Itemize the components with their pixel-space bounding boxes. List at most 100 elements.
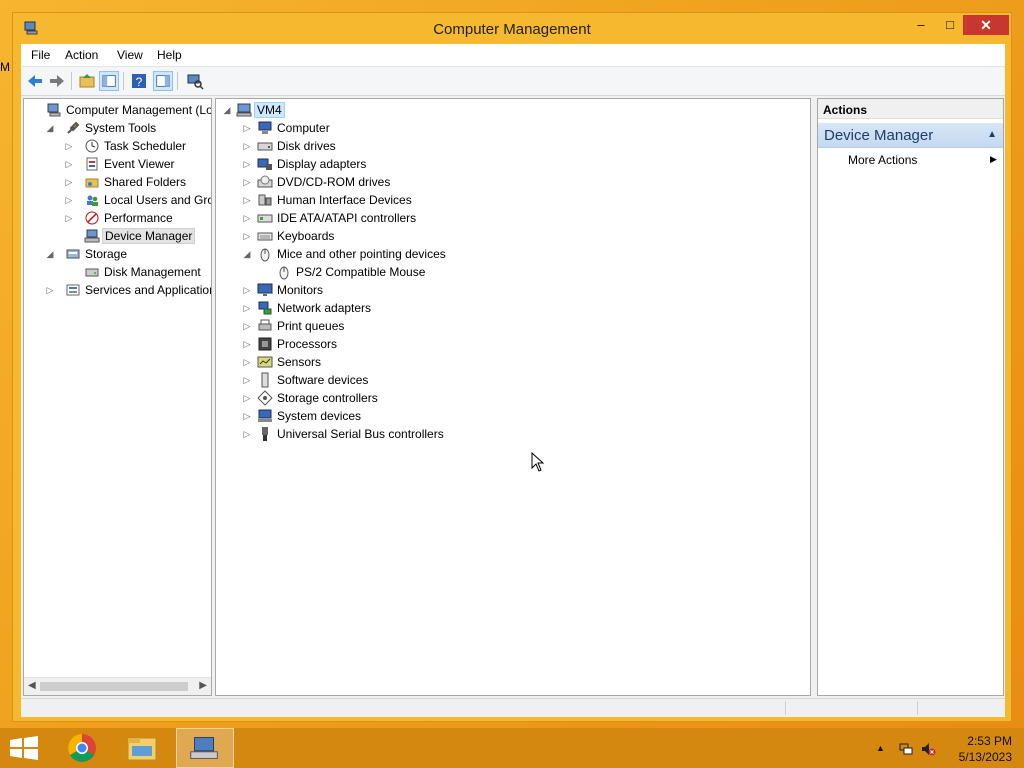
system-clock[interactable]: 2:53 PM 5/13/2023 (959, 733, 1012, 765)
collapse-up-icon[interactable]: ▲ (987, 129, 997, 140)
expand-icon[interactable]: ▷ (242, 427, 252, 441)
minimize-button[interactable]: – (908, 15, 934, 35)
menu-view[interactable]: View (117, 48, 143, 62)
console-tree-item[interactable]: ▷ Task Scheduler (26, 137, 211, 155)
start-button-icon[interactable] (0, 728, 56, 768)
expand-icon[interactable]: ▷ (242, 121, 252, 135)
device-category[interactable]: ▷ System devices (242, 407, 642, 425)
menu-file[interactable]: File (31, 48, 50, 62)
console-tree-item[interactable]: ▷ Local Users and Groups (26, 191, 211, 209)
status-divider (917, 701, 918, 715)
device-item[interactable]: PS/2 Compatible Mouse (242, 263, 642, 281)
device-category[interactable]: ▷ Storage controllers (242, 389, 642, 407)
device-category[interactable]: ▷ Sensors (242, 353, 642, 371)
console-tree-item[interactable]: ▷ Event Viewer (26, 155, 211, 173)
scroll-right-icon[interactable]: ▶ (199, 680, 207, 691)
hid-icon (257, 192, 273, 208)
menu-help[interactable]: Help (157, 48, 182, 62)
console-tree-item[interactable]: ◢ System Tools (26, 119, 211, 137)
chrome-icon[interactable] (54, 728, 110, 768)
device-category[interactable]: ▷ Monitors (242, 281, 642, 299)
device-tree-pane[interactable]: ◢ VM4 ▷ Computer ▷ Disk drives ▷ Display adap… (215, 98, 811, 696)
close-button[interactable]: ✕ (963, 15, 1009, 35)
window-client-area: File Action View Help ? ◀ ▶ Computer Man… (21, 44, 1005, 717)
device-category[interactable]: ▷ IDE ATA/ATAPI controllers (242, 209, 642, 227)
device-category[interactable]: ▷ Human Interface Devices (242, 191, 642, 209)
scan-hardware-icon[interactable] (185, 71, 205, 91)
expand-icon[interactable]: ▷ (242, 229, 252, 243)
show-hidden-icons-icon[interactable]: ▲ (876, 743, 892, 759)
collapse-icon[interactable]: ◢ (242, 247, 252, 261)
expand-icon[interactable]: ▷ (242, 211, 252, 225)
expand-icon[interactable]: ▷ (242, 337, 252, 351)
scroll-left-icon[interactable]: ◀ (28, 680, 36, 691)
device-category[interactable]: ▷ Universal Serial Bus controllers (242, 425, 642, 443)
expand-icon[interactable]: ▷ (242, 157, 252, 171)
device-category[interactable]: ▷ Computer (242, 119, 642, 137)
console-tree-item[interactable]: ▷ Shared Folders (26, 173, 211, 191)
storage-controller-icon (257, 390, 273, 406)
menu-bar: File Action View Help (21, 44, 1005, 67)
shared-folder-icon (84, 174, 100, 190)
more-actions-link[interactable]: More Actions (848, 153, 917, 167)
up-folder-icon[interactable] (77, 71, 97, 91)
horizontal-scrollbar[interactable]: ◀ ▶ (24, 677, 211, 695)
collapse-icon[interactable]: ◢ (222, 103, 232, 117)
console-tree-item[interactable]: Device Manager (26, 227, 211, 245)
forward-arrow-icon[interactable] (47, 71, 67, 91)
maximize-button[interactable]: □ (937, 15, 963, 35)
computer-management-taskbar-icon[interactable] (176, 728, 234, 768)
expand-icon[interactable]: ▷ (242, 319, 252, 333)
expand-icon[interactable]: ▷ (242, 193, 252, 207)
console-tree-item[interactable]: Disk Management (26, 263, 211, 281)
expand-icon[interactable]: ▷ (64, 139, 74, 153)
console-tree-item[interactable]: Computer Management (Local (26, 101, 211, 119)
device-tree-root-label: VM4 (254, 102, 285, 118)
console-tree-pane[interactable]: ◀ ▶ Computer Management (Local ◢ System To… (23, 98, 212, 696)
volume-muted-icon[interactable] (920, 741, 936, 757)
device-category[interactable]: ▷ Print queues (242, 317, 642, 335)
device-manager-icon (84, 228, 100, 244)
help-icon[interactable]: ? (129, 71, 149, 91)
expand-icon[interactable]: ▷ (242, 139, 252, 153)
expand-icon[interactable]: ▷ (64, 157, 74, 171)
back-arrow-icon[interactable] (25, 71, 45, 91)
expand-icon[interactable]: ▷ (242, 283, 252, 297)
device-category[interactable]: ▷ Disk drives (242, 137, 642, 155)
device-category[interactable]: ▷ Display adapters (242, 155, 642, 173)
device-category[interactable]: ▷ Keyboards (242, 227, 642, 245)
console-tree-item[interactable]: ▷ Performance (26, 209, 211, 227)
file-explorer-icon[interactable] (114, 728, 170, 768)
processor-icon (257, 336, 273, 352)
collapse-icon[interactable]: ◢ (45, 121, 55, 135)
device-category[interactable]: ▷ DVD/CD-ROM drives (242, 173, 642, 191)
menu-action[interactable]: Action (65, 48, 98, 62)
expand-icon[interactable]: ▷ (242, 355, 252, 369)
show-hide-action-pane-icon[interactable] (153, 71, 173, 91)
device-category[interactable]: ◢ Mice and other pointing devices (242, 245, 642, 263)
device-tree-root[interactable]: ◢ VM4 (222, 101, 422, 119)
scrollbar-thumb[interactable] (40, 682, 188, 691)
expand-icon[interactable]: ▷ (242, 391, 252, 405)
status-divider (785, 701, 786, 715)
expand-icon[interactable]: ▷ (64, 211, 74, 225)
expand-icon[interactable]: ▷ (45, 283, 55, 297)
show-hide-console-tree-icon[interactable] (99, 71, 119, 91)
collapse-icon[interactable]: ◢ (45, 247, 55, 261)
device-category[interactable]: ▷ Network adapters (242, 299, 642, 317)
console-tree-item[interactable]: ◢ Storage (26, 245, 211, 263)
expand-icon[interactable]: ▷ (64, 175, 74, 189)
device-tree-label: Monitors (277, 283, 324, 297)
expand-icon[interactable]: ▷ (64, 193, 74, 207)
expand-icon[interactable]: ▷ (242, 175, 252, 189)
expand-icon[interactable]: ▷ (242, 409, 252, 423)
network-icon[interactable] (898, 741, 914, 757)
actions-pane: Actions Device Manager ▲ More Actions ▶ (817, 98, 1004, 696)
expand-icon[interactable]: ▷ (242, 301, 252, 315)
expand-icon[interactable]: ▷ (242, 373, 252, 387)
device-category[interactable]: ▷ Software devices (242, 371, 642, 389)
actions-section-device-manager[interactable]: Device Manager ▲ (818, 123, 1003, 148)
console-tree-item[interactable]: ▷ Services and Applications (26, 281, 211, 299)
title-bar[interactable]: Computer Management – □ ✕ (13, 13, 1011, 45)
device-category[interactable]: ▷ Processors (242, 335, 642, 353)
